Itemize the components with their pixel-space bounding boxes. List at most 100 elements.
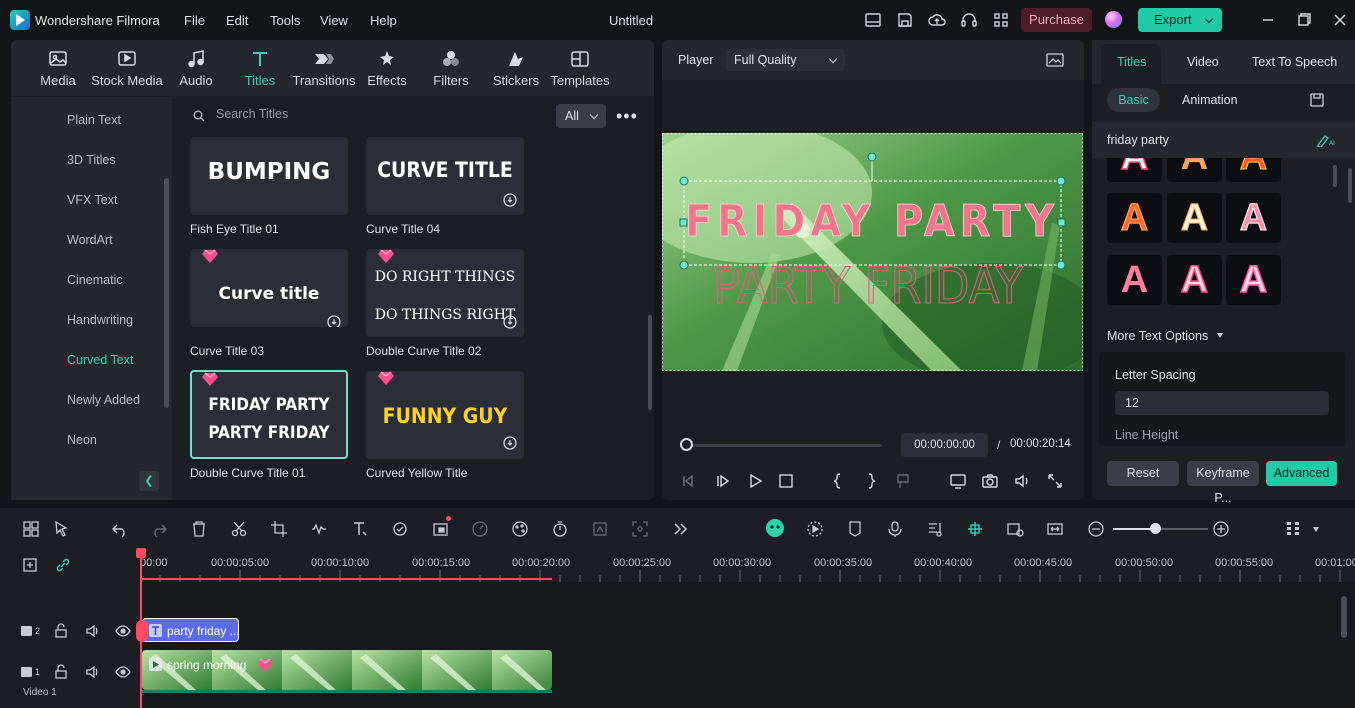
more-text-options-toggle[interactable]: More Text Options xyxy=(1107,329,1224,343)
category-newly-added[interactable]: Newly Added xyxy=(67,393,140,407)
subtab-basic[interactable]: Basic xyxy=(1107,88,1160,112)
preset-item[interactable]: A xyxy=(1107,255,1162,305)
lock-icon[interactable] xyxy=(53,664,69,680)
lock-icon[interactable] xyxy=(53,623,69,639)
download-icon[interactable] xyxy=(503,436,517,450)
add-marker-icon[interactable] xyxy=(895,472,913,490)
category-vfx-text[interactable]: VFX Text xyxy=(67,193,117,207)
category-cinematic[interactable]: Cinematic xyxy=(67,273,123,287)
color-palette-icon[interactable] xyxy=(511,520,529,538)
menu-help[interactable]: Help xyxy=(370,13,397,28)
fullscreen-icon[interactable] xyxy=(1046,472,1064,490)
filter-select[interactable]: All xyxy=(556,104,606,128)
quality-select[interactable]: Full Quality xyxy=(726,49,845,71)
track-visibility-eye-icon[interactable] xyxy=(115,623,131,639)
download-icon[interactable] xyxy=(503,315,517,329)
subtab-animation[interactable]: Animation xyxy=(1182,93,1238,107)
preset-item[interactable]: A xyxy=(1226,193,1281,243)
save-icon[interactable] xyxy=(896,11,914,29)
category-3d-titles[interactable]: 3D Titles xyxy=(67,153,116,167)
pip-mask-icon[interactable] xyxy=(432,520,450,538)
account-avatar-icon[interactable] xyxy=(1105,11,1122,28)
ai-tool-icon[interactable] xyxy=(391,520,409,538)
chevron-down-icon[interactable] xyxy=(1313,527,1319,532)
menu-view[interactable]: View xyxy=(320,13,348,28)
title-thumb-curve-title-03[interactable]: Curve title xyxy=(190,249,348,327)
zoom-slider-knob[interactable] xyxy=(1150,523,1161,534)
category-wordart[interactable]: WordArt xyxy=(67,233,113,247)
preset-item[interactable]: A xyxy=(1226,158,1281,182)
timer-icon[interactable] xyxy=(551,520,569,538)
zoom-in-icon[interactable] xyxy=(1212,520,1230,538)
render-preview-icon[interactable] xyxy=(949,472,967,490)
text-tool-icon[interactable] xyxy=(351,520,369,538)
speed-icon[interactable] xyxy=(471,520,489,538)
crop-icon[interactable] xyxy=(270,520,288,538)
category-neon[interactable]: Neon xyxy=(67,433,97,447)
audio-mixer-icon[interactable] xyxy=(926,520,944,538)
timeline-settings-icon[interactable] xyxy=(1284,520,1302,538)
snapshot-camera-icon[interactable] xyxy=(981,472,999,490)
preset-item[interactable]: A xyxy=(1107,193,1162,243)
search-input[interactable]: Search Titles xyxy=(216,107,288,121)
stop-icon[interactable] xyxy=(777,472,795,490)
microphone-icon[interactable] xyxy=(886,520,904,538)
delete-icon[interactable] xyxy=(190,520,208,538)
export-button[interactable]: Export xyxy=(1138,8,1222,32)
menu-edit[interactable]: Edit xyxy=(226,13,248,28)
more-tools-icon[interactable] xyxy=(671,520,689,538)
auto-reframe-icon[interactable] xyxy=(591,520,609,538)
titles-scrollbar[interactable] xyxy=(648,315,652,410)
layout-grid-icon[interactable] xyxy=(22,520,40,538)
previous-frame-icon[interactable] xyxy=(680,472,698,490)
ai-copilot-icon[interactable] xyxy=(765,518,785,538)
tab-text-to-speech[interactable]: Text To Speech xyxy=(1252,55,1337,69)
track-volume-icon[interactable] xyxy=(85,664,101,680)
timeline-vertical-scrollbar[interactable] xyxy=(1341,596,1347,638)
render-icon[interactable] xyxy=(806,520,824,538)
preset-item[interactable]: A xyxy=(1107,158,1162,182)
apps-grid-icon[interactable] xyxy=(992,11,1010,29)
preset-item[interactable]: A xyxy=(1226,255,1281,305)
mark-in-icon[interactable] xyxy=(829,472,847,490)
category-handwriting[interactable]: Handwriting xyxy=(67,313,133,327)
title-thumb-fish-eye-title-01[interactable]: BUMPING xyxy=(190,137,348,215)
advanced-button[interactable]: Advanced xyxy=(1266,461,1337,486)
fit-timeline-icon[interactable] xyxy=(1046,520,1064,538)
preset-item[interactable]: A xyxy=(1167,158,1222,182)
maximize-icon[interactable] xyxy=(1294,10,1314,30)
categories-scrollbar[interactable] xyxy=(164,178,169,408)
layout-icon[interactable] xyxy=(864,11,882,29)
keyframe-panel-button[interactable]: Keyframe P... xyxy=(1187,461,1259,505)
text-content-name[interactable]: friday party xyxy=(1107,133,1169,147)
title-thumb-curve-title-04[interactable]: CURVE TITLE xyxy=(366,137,524,215)
letter-spacing-input[interactable]: 12 xyxy=(1115,391,1329,415)
audio-adjust-icon[interactable] xyxy=(310,520,328,538)
playback-seek-bar[interactable] xyxy=(686,444,882,447)
add-track-icon[interactable] xyxy=(22,557,38,573)
select-pointer-icon[interactable] xyxy=(53,520,71,538)
tab-video-properties[interactable]: Video xyxy=(1187,55,1219,69)
download-icon[interactable] xyxy=(327,315,341,327)
purchase-button[interactable]: Purchase xyxy=(1021,8,1092,32)
tab-stock-media[interactable]: Stock Media xyxy=(89,50,165,88)
playhead-handle[interactable] xyxy=(136,548,146,558)
split-scissors-icon[interactable] xyxy=(230,520,248,538)
more-options-icon[interactable]: ••• xyxy=(616,106,638,127)
seek-knob[interactable] xyxy=(680,438,693,451)
preset-item[interactable]: A xyxy=(1167,193,1222,243)
close-icon[interactable] xyxy=(1330,10,1350,30)
video-preview-canvas[interactable]: FRIDAY PARTY PARTY FRIDAY xyxy=(662,133,1083,371)
menu-file[interactable]: File xyxy=(184,13,205,28)
play-reverse-icon[interactable] xyxy=(714,472,732,490)
title-thumb-curved-yellow-title[interactable]: FUNNY GUY xyxy=(366,371,524,459)
stabilize-icon[interactable] xyxy=(631,520,649,538)
minimize-icon[interactable] xyxy=(1258,10,1278,30)
track-visibility-eye-icon[interactable] xyxy=(115,664,131,680)
tab-templates[interactable]: Templates xyxy=(542,50,618,88)
preset-item[interactable]: A xyxy=(1167,255,1222,305)
category-curved-text[interactable]: Curved Text xyxy=(67,353,133,367)
auto-highlight-icon[interactable] xyxy=(1006,520,1024,538)
ai-edit-icon[interactable]: AI xyxy=(1316,133,1336,147)
properties-scrollbar[interactable] xyxy=(1348,168,1352,203)
